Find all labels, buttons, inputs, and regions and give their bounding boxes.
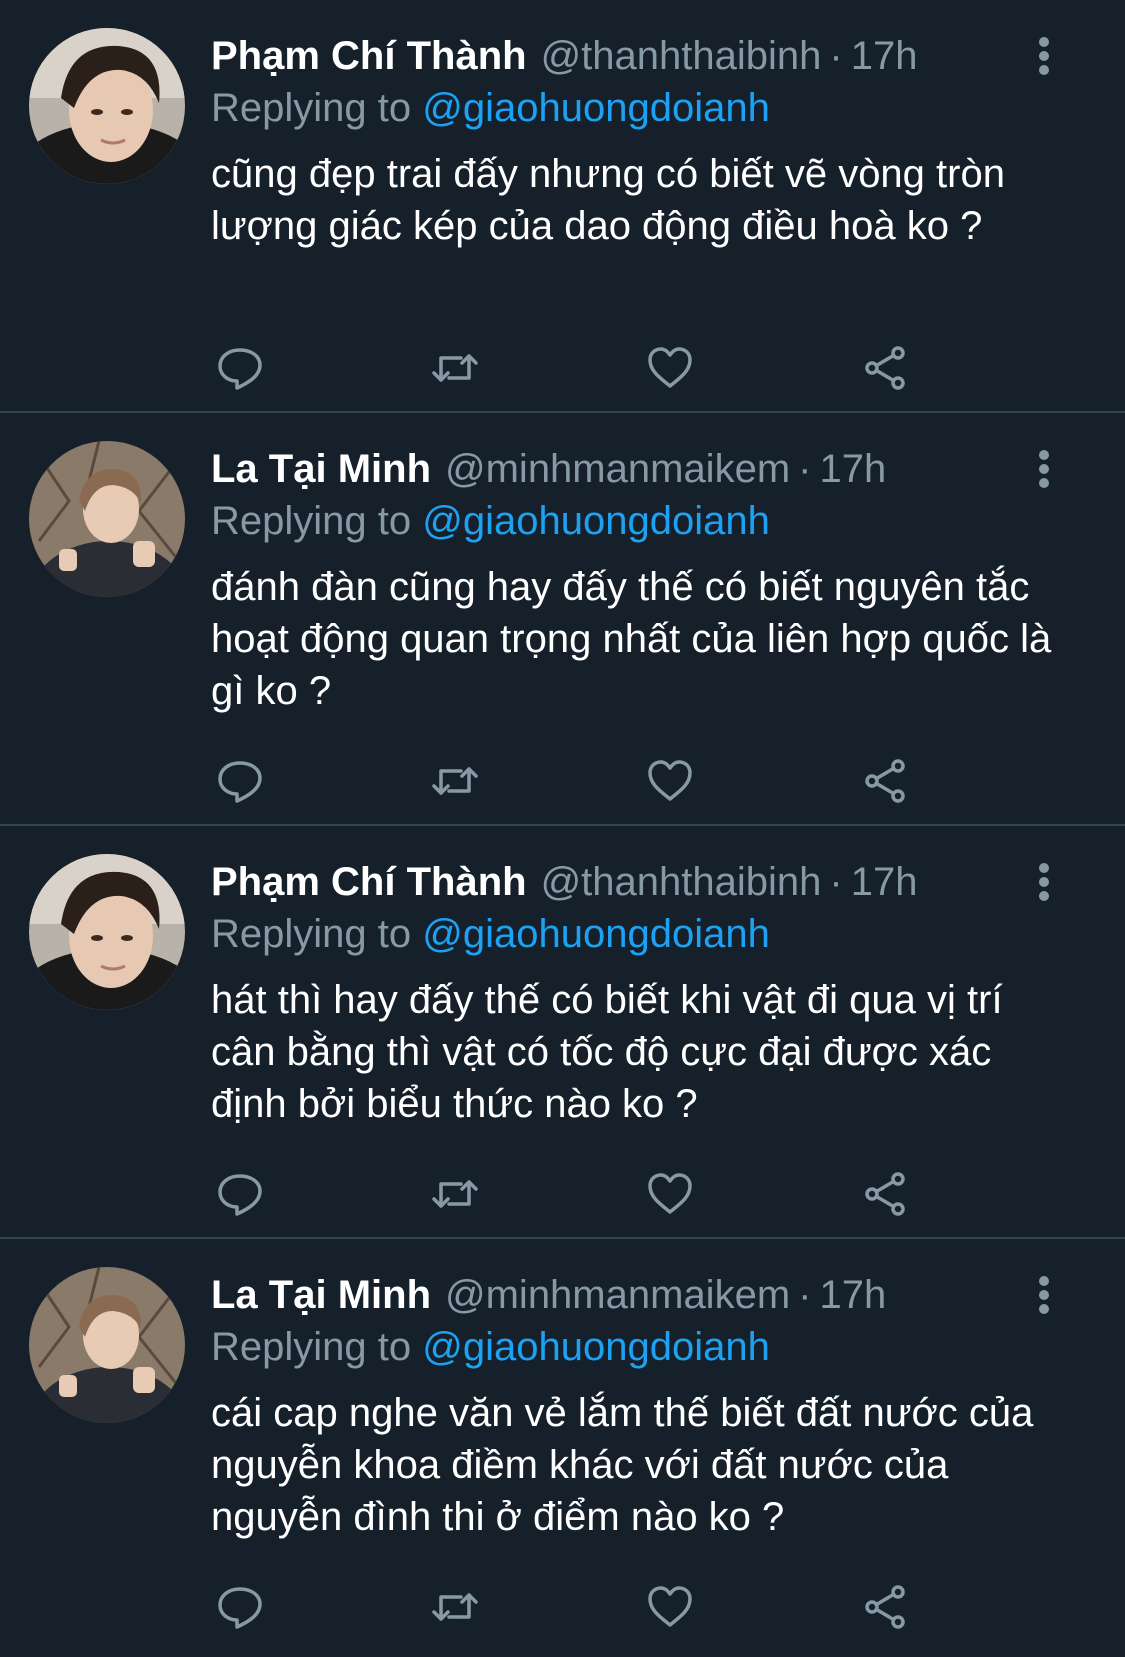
share-button[interactable] bbox=[855, 1577, 915, 1637]
reply-icon bbox=[218, 1587, 262, 1629]
replying-to: Replying to @giaohuongdoianh bbox=[211, 82, 770, 134]
like-button[interactable] bbox=[640, 1164, 700, 1224]
retweet-button[interactable] bbox=[425, 338, 485, 398]
tweet-actions bbox=[210, 338, 910, 398]
more-options-button[interactable] bbox=[1028, 30, 1060, 82]
avatar[interactable] bbox=[29, 28, 185, 184]
timestamp[interactable]: 17h bbox=[819, 1273, 886, 1317]
tweet-actions bbox=[210, 1577, 910, 1637]
tweet-actions bbox=[210, 1164, 910, 1224]
display-name[interactable]: La Tại Minh bbox=[211, 447, 431, 491]
reply-button[interactable] bbox=[210, 1164, 270, 1224]
heart-icon bbox=[648, 1173, 692, 1214]
avatar[interactable] bbox=[29, 1267, 185, 1423]
replying-to-label: Replying to bbox=[211, 86, 412, 130]
tweet[interactable]: Phạm Chí Thành @thanhthaibinh · 17h Replyin… bbox=[0, 0, 1125, 413]
retweet-button[interactable] bbox=[425, 1577, 485, 1637]
reply-button[interactable] bbox=[210, 338, 270, 398]
separator-dot: · bbox=[829, 860, 843, 904]
retweet-icon bbox=[432, 1593, 478, 1621]
share-button[interactable] bbox=[855, 751, 915, 811]
share-icon bbox=[865, 1585, 905, 1629]
share-icon bbox=[865, 1172, 905, 1216]
like-button[interactable] bbox=[640, 1577, 700, 1637]
more-options-button[interactable] bbox=[1028, 1269, 1060, 1321]
more-vertical-icon bbox=[1039, 450, 1049, 488]
retweet-icon bbox=[432, 354, 478, 382]
reply-button[interactable] bbox=[210, 1577, 270, 1637]
user-handle[interactable]: @minhmanmaikem bbox=[445, 447, 790, 491]
reply-icon bbox=[218, 1174, 262, 1216]
heart-icon bbox=[648, 1586, 692, 1627]
reply-button[interactable] bbox=[210, 751, 270, 811]
display-name[interactable]: La Tại Minh bbox=[211, 1273, 431, 1317]
display-name[interactable]: Phạm Chí Thành bbox=[211, 34, 527, 78]
tweet-text: hát thì hay đấy thế có biết khi vật đi q… bbox=[211, 978, 1003, 1126]
tweet[interactable]: La Tại Minh @minhmanmaikem · 17h Replying t… bbox=[0, 413, 1125, 826]
retweet-button[interactable] bbox=[425, 751, 485, 811]
like-button[interactable] bbox=[640, 338, 700, 398]
tweet-header: La Tại Minh @minhmanmaikem · 17h bbox=[211, 1269, 886, 1321]
retweet-icon bbox=[432, 767, 478, 795]
tweet[interactable]: Phạm Chí Thành @thanhthaibinh · 17h Replyin… bbox=[0, 826, 1125, 1239]
separator-dot: · bbox=[829, 34, 843, 78]
replying-to-label: Replying to bbox=[211, 912, 412, 956]
replying-to: Replying to @giaohuongdoianh bbox=[211, 1321, 770, 1373]
share-button[interactable] bbox=[855, 1164, 915, 1224]
more-vertical-icon bbox=[1039, 37, 1049, 75]
display-name[interactable]: Phạm Chí Thành bbox=[211, 860, 527, 904]
tweet-text: cái cap nghe văn vẻ lắm thế biết đất nướ… bbox=[211, 1391, 1034, 1539]
avatar[interactable] bbox=[29, 441, 185, 597]
reply-target-link[interactable]: @giaohuongdoianh bbox=[422, 1325, 770, 1369]
tweet-text: đánh đàn cũng hay đấy thế có biết nguyên… bbox=[211, 565, 1052, 713]
more-options-button[interactable] bbox=[1028, 443, 1060, 495]
heart-icon bbox=[648, 760, 692, 801]
heart-icon bbox=[648, 347, 692, 388]
more-vertical-icon bbox=[1039, 863, 1049, 901]
replying-to-label: Replying to bbox=[211, 499, 412, 543]
reply-target-link[interactable]: @giaohuongdoianh bbox=[422, 86, 770, 130]
avatar[interactable] bbox=[29, 854, 185, 1010]
replying-to-label: Replying to bbox=[211, 1325, 412, 1369]
tweet-header: La Tại Minh @minhmanmaikem · 17h bbox=[211, 443, 886, 495]
more-vertical-icon bbox=[1039, 1276, 1049, 1314]
tweet-text: cũng đẹp trai đấy nhưng có biết vẽ vòng … bbox=[211, 152, 1005, 248]
share-icon bbox=[865, 759, 905, 803]
timestamp[interactable]: 17h bbox=[819, 447, 886, 491]
like-button[interactable] bbox=[640, 751, 700, 811]
timestamp[interactable]: 17h bbox=[851, 860, 918, 904]
reply-target-link[interactable]: @giaohuongdoianh bbox=[422, 912, 770, 956]
share-icon bbox=[865, 346, 905, 390]
user-handle[interactable]: @thanhthaibinh bbox=[541, 860, 822, 904]
separator-dot: · bbox=[798, 447, 812, 491]
reply-target-link[interactable]: @giaohuongdoianh bbox=[422, 499, 770, 543]
replying-to: Replying to @giaohuongdoianh bbox=[211, 495, 770, 547]
tweet[interactable]: La Tại Minh @minhmanmaikem · 17h Replying t… bbox=[0, 1239, 1125, 1652]
separator-dot: · bbox=[798, 1273, 812, 1317]
replying-to: Replying to @giaohuongdoianh bbox=[211, 908, 770, 960]
share-button[interactable] bbox=[855, 338, 915, 398]
retweet-button[interactable] bbox=[425, 1164, 485, 1224]
tweet-header: Phạm Chí Thành @thanhthaibinh · 17h bbox=[211, 856, 917, 908]
tweet-header: Phạm Chí Thành @thanhthaibinh · 17h bbox=[211, 30, 917, 82]
user-handle[interactable]: @minhmanmaikem bbox=[445, 1273, 790, 1317]
retweet-icon bbox=[432, 1180, 478, 1208]
reply-icon bbox=[218, 348, 262, 390]
reply-icon bbox=[218, 761, 262, 803]
tweet-feed: Phạm Chí Thành @thanhthaibinh · 17h Replyin… bbox=[0, 0, 1125, 1652]
more-options-button[interactable] bbox=[1028, 856, 1060, 908]
timestamp[interactable]: 17h bbox=[851, 34, 918, 78]
user-handle[interactable]: @thanhthaibinh bbox=[541, 34, 822, 78]
tweet-actions bbox=[210, 751, 910, 811]
